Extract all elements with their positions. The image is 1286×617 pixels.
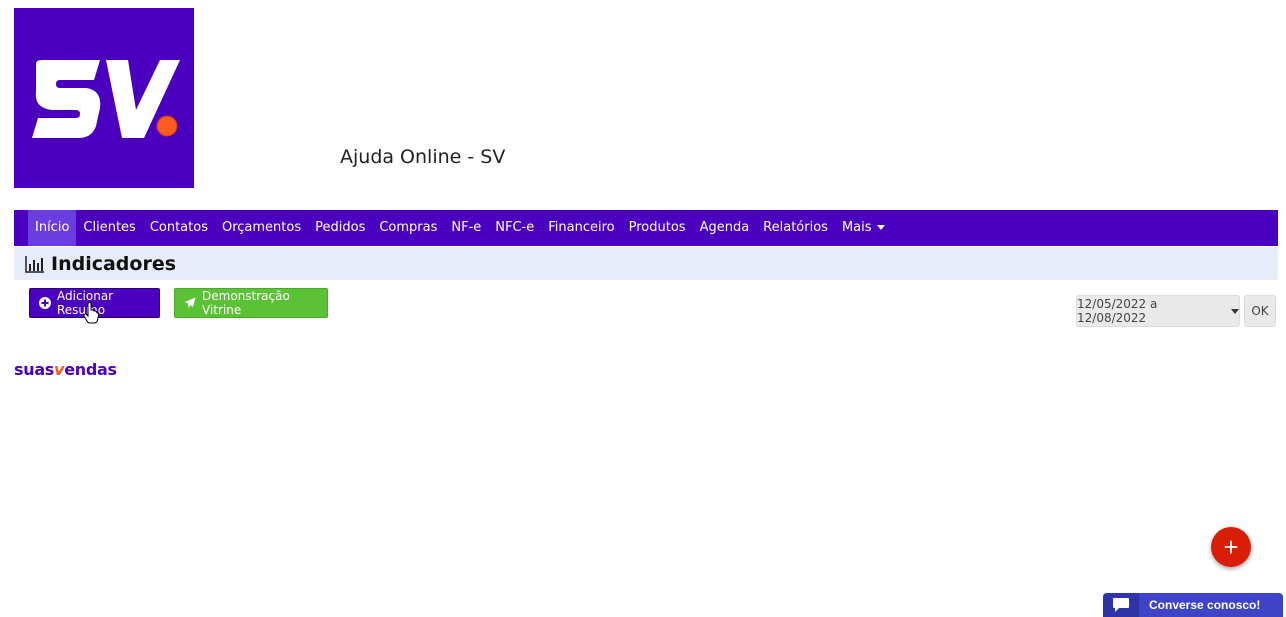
page: Ajuda Online - SV Início Clientes Contat… <box>0 0 1286 617</box>
brand-part-3: endas <box>64 360 117 379</box>
nav-item-clientes[interactable]: Clientes <box>76 210 142 246</box>
page-title: Indicadores <box>51 252 177 275</box>
date-range-value: 12/05/2022 a 12/08/2022 <box>1077 297 1158 325</box>
site-title: Ajuda Online - SV <box>340 146 506 168</box>
nav-item-relatorios[interactable]: Relatórios <box>756 210 835 246</box>
nav-item-produtos[interactable]: Produtos <box>622 210 693 246</box>
nav-item-orcamentos[interactable]: Orçamentos <box>215 210 308 246</box>
bar-chart-icon <box>25 255 44 273</box>
main-navbar: Início Clientes Contatos Orçamentos Pedi… <box>14 210 1278 246</box>
demo-storefront-button[interactable]: Demonstração Vitrine <box>174 288 328 318</box>
chat-bubble-container <box>1103 593 1139 617</box>
page-header: Indicadores <box>14 247 1278 280</box>
nav-item-financeiro[interactable]: Financeiro <box>541 210 621 246</box>
caret-down-icon <box>1231 308 1239 314</box>
caret-down-icon <box>876 225 885 230</box>
logo[interactable] <box>14 8 194 188</box>
chat-bubble-icon <box>1113 598 1129 612</box>
chat-label: Converse conosco! <box>1149 598 1261 612</box>
nav-item-agenda[interactable]: Agenda <box>693 210 757 246</box>
nav-item-pedidos[interactable]: Pedidos <box>308 210 372 246</box>
nav-item-nfe[interactable]: NF-e <box>444 210 488 246</box>
nav-item-compras[interactable]: Compras <box>372 210 444 246</box>
brand-logo[interactable]: suasvendas <box>14 360 117 379</box>
hand-cursor-icon <box>83 302 99 324</box>
sv-logo-icon <box>32 60 180 138</box>
brand-part-2: v <box>54 360 65 379</box>
demo-storefront-label: Demonstração Vitrine <box>202 289 290 317</box>
nav-item-inicio[interactable]: Início <box>28 210 77 246</box>
chat-widget[interactable]: Converse conosco! <box>1103 593 1283 617</box>
nav-item-contatos[interactable]: Contatos <box>143 210 215 246</box>
add-summary-label: Adicionar Resumo <box>57 289 114 317</box>
plus-circle-icon <box>39 297 51 309</box>
date-range-dropdown[interactable]: 12/05/2022 a 12/08/2022 <box>1076 295 1240 327</box>
nav-item-nfce[interactable]: NFC-e <box>488 210 541 246</box>
add-fab-button[interactable]: + <box>1211 527 1251 567</box>
nav-item-mais[interactable]: Mais <box>835 210 892 246</box>
ok-button[interactable]: OK <box>1244 295 1276 327</box>
brand-part-1: suas <box>14 360 55 379</box>
paper-plane-icon <box>184 297 196 308</box>
nav-item-mais-label: Mais <box>841 220 872 235</box>
